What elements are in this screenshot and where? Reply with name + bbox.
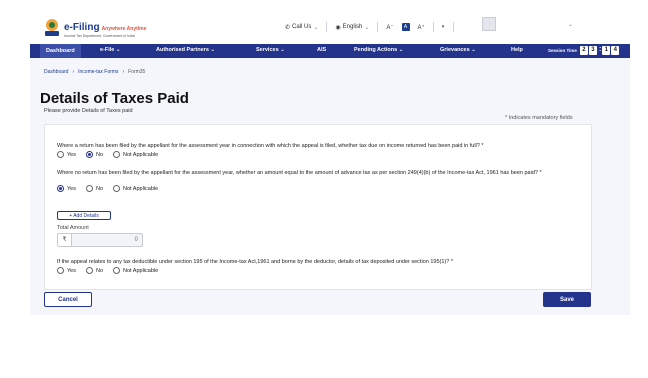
radio-not-applicable[interactable]: Not Applicable (113, 267, 158, 274)
radio-group-advance-tax: Yes No Not Applicable (57, 185, 168, 192)
call-us-button[interactable]: ✆ Call Us ⌄ (285, 24, 318, 31)
breadcrumb: Dashboard › Income-tax Forms › Form35 (44, 69, 146, 75)
chevron-down-icon: ⌄ (313, 24, 319, 31)
phone-icon: ✆ (285, 24, 291, 31)
page-subtitle: Please provide Details of Taxes paid (44, 108, 133, 114)
total-amount-value: 0 (134, 237, 138, 243)
save-button[interactable]: Save (543, 292, 591, 307)
nav-authorised-partners[interactable]: Authorised Partners ⌄ (156, 47, 215, 53)
total-amount-field[interactable]: ₹ 0 (57, 233, 143, 247)
taxes-paid-card: Where a return has been filed by the app… (44, 124, 592, 290)
emblem-icon (44, 19, 60, 37)
question-advance-tax: Where no return has been filed by the ap… (57, 170, 542, 176)
radio-not-applicable[interactable]: Not Applicable (113, 185, 158, 192)
nav-services[interactable]: Services ⌄ (256, 47, 285, 53)
radio-yes[interactable]: Yes (57, 151, 76, 158)
cancel-button[interactable]: Cancel (44, 292, 92, 307)
chevron-down-icon: ⌄ (364, 24, 370, 31)
divider (377, 22, 379, 32)
radio-not-applicable[interactable]: Not Applicable (113, 151, 158, 158)
divider (326, 22, 328, 32)
session-label: Session Time (548, 48, 577, 53)
logo-title: e-Filing (64, 22, 100, 33)
session-digit: 3 (588, 46, 597, 55)
nav-dashboard[interactable]: Dashboard (40, 44, 81, 58)
session-digit: 2 (579, 46, 588, 55)
nav-efile[interactable]: e-File ⌄ (100, 47, 121, 53)
radio-circle (57, 185, 64, 192)
divider (453, 22, 455, 32)
call-us-label: Call Us (292, 24, 312, 30)
header-actions: ✆ Call Us ⌄ ◉ English ⌄ A⁻ A A⁺ ◐ (285, 22, 462, 32)
question-return-filed: Where a return has been filed by the app… (57, 143, 484, 149)
nav-pending-actions[interactable]: Pending Actions ⌄ (354, 47, 403, 53)
total-amount-label: Total Amount (57, 225, 89, 231)
font-decrease-button[interactable]: A⁻ (386, 24, 393, 31)
radio-circle (57, 267, 64, 274)
radio-circle (85, 151, 93, 158)
nav-grievances[interactable]: Grievances ⌄ (440, 47, 476, 53)
app-window: e-Filing Anywhere Anytime Income Tax Depa… (30, 12, 630, 315)
session-digit: 1 (602, 46, 611, 55)
question-section-195: If the appeal relates to any tax deducti… (57, 259, 453, 265)
breadcrumb-income-tax-forms[interactable]: Income-tax Forms (78, 69, 118, 75)
divider (432, 22, 434, 32)
nav-help[interactable]: Help (511, 47, 523, 53)
top-header: e-Filing Anywhere Anytime Income Tax Depa… (30, 12, 630, 44)
nav-ais[interactable]: AIS (317, 47, 326, 53)
session-timer: Session Time 2 3 : 1 4 (548, 46, 620, 55)
language-label: English (342, 24, 363, 30)
breadcrumb-dashboard[interactable]: Dashboard (44, 69, 68, 75)
radio-circle (85, 267, 93, 274)
radio-circle (113, 151, 121, 158)
logo-subtitle: Income Tax Department, Government of Ind… (64, 34, 135, 38)
radio-yes[interactable]: Yes (57, 185, 76, 192)
page-title: Details of Taxes Paid (40, 90, 189, 107)
logo-tagline: Anywhere Anytime (101, 26, 147, 32)
session-digit: 4 (611, 46, 620, 55)
add-details-button[interactable]: + Add Details (57, 211, 111, 220)
radio-circle (113, 267, 121, 274)
font-increase-button[interactable]: A⁺ (418, 24, 425, 31)
contrast-icon[interactable]: ◐ (442, 24, 446, 30)
radio-yes[interactable]: Yes (57, 267, 76, 274)
radio-circle (113, 185, 121, 192)
chevron-down-icon[interactable]: ⌄ (568, 21, 573, 28)
rupee-icon: ₹ (58, 234, 72, 246)
radio-no[interactable]: No (85, 267, 103, 274)
radio-circle (57, 151, 64, 158)
mandatory-note: * Indicates mandatory fields (505, 115, 573, 121)
radio-group-return-filed: Yes No Not Applicable (57, 151, 168, 158)
efiling-logo[interactable]: e-Filing Anywhere Anytime Income Tax Depa… (44, 18, 146, 39)
language-select[interactable]: ◉ English ⌄ (335, 24, 369, 31)
radio-circle (85, 185, 93, 192)
globe-icon: ◉ (335, 24, 341, 31)
main-nav: Dashboard e-File ⌄ Authorised Partners ⌄… (30, 44, 630, 58)
breadcrumb-current: Form35 (128, 69, 146, 75)
radio-no[interactable]: No (85, 151, 103, 158)
user-avatar[interactable] (482, 17, 496, 31)
radio-no[interactable]: No (85, 185, 103, 192)
font-normal-button[interactable]: A (401, 23, 410, 31)
radio-group-section-195: Yes No Not Applicable (57, 267, 168, 274)
session-colon: : (598, 46, 602, 53)
